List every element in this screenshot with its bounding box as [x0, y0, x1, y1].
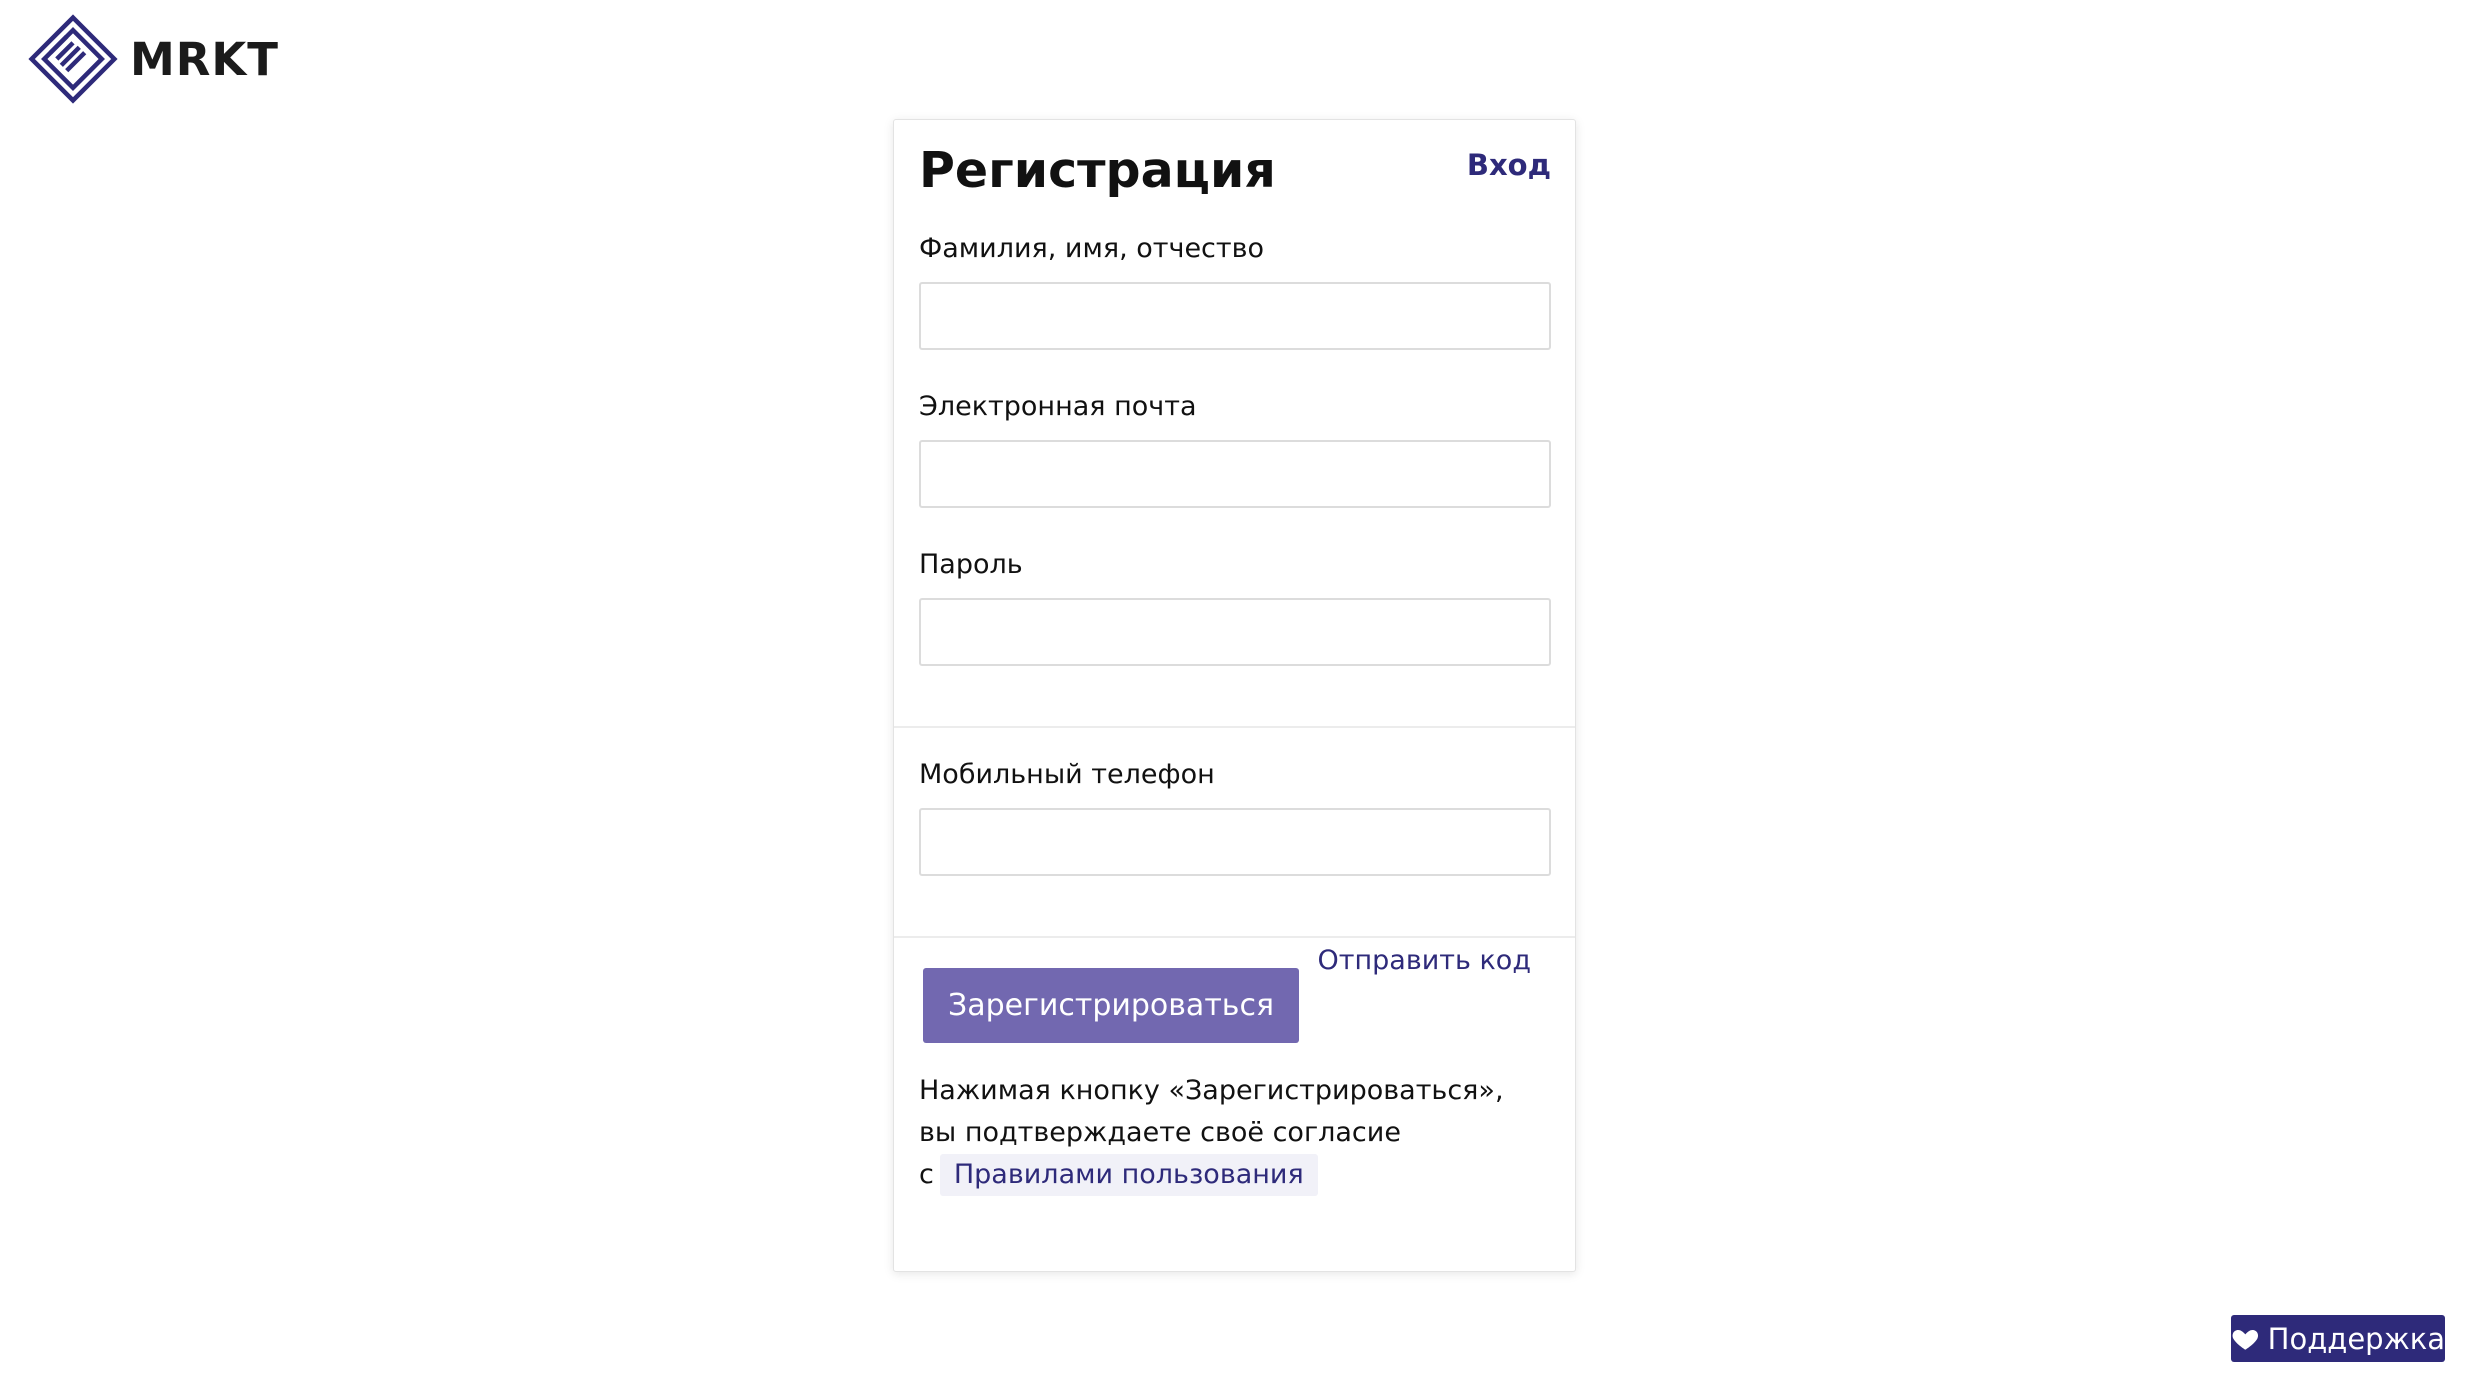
phone-label: Мобильный телефон — [919, 759, 1215, 790]
support-label: Поддержка — [2267, 1321, 2445, 1356]
register-button[interactable]: Зарегистрироваться — [923, 968, 1299, 1043]
consent-text: Нажимая кнопку «Зарегистрироваться», вы … — [919, 1070, 1539, 1196]
login-link[interactable]: Вход — [1467, 148, 1551, 182]
consent-line-3: с Правилами пользования — [919, 1154, 1539, 1196]
section-divider — [894, 936, 1575, 938]
consent-line-1: Нажимая кнопку «Зарегистрироваться», — [919, 1075, 1504, 1106]
email-input[interactable] — [919, 440, 1551, 508]
support-button[interactable]: Поддержка — [2231, 1315, 2445, 1362]
full-name-input[interactable] — [919, 282, 1551, 350]
send-code-button[interactable]: Отправить код — [1318, 945, 1532, 976]
section-divider — [894, 726, 1575, 728]
password-label: Пароль — [919, 549, 1023, 580]
brand-name: MRKT — [130, 32, 279, 86]
heart-icon — [2232, 1329, 2259, 1350]
page-title: Регистрация — [919, 142, 1276, 199]
consent-line-2: вы подтверждаете своё согласие — [919, 1117, 1401, 1148]
full-name-label: Фамилия, имя, отчество — [919, 233, 1265, 264]
brand-logo[interactable]: MRKT — [28, 14, 279, 104]
diamond-stripes-logo-icon — [28, 14, 118, 104]
consent-prefix: с — [919, 1159, 934, 1190]
password-input[interactable] — [919, 598, 1551, 666]
email-label: Электронная почта — [919, 391, 1197, 422]
registration-card: Регистрация Вход Фамилия, имя, отчество … — [893, 119, 1576, 1272]
phone-input[interactable] — [919, 808, 1551, 876]
terms-link[interactable]: Правилами пользования — [939, 1154, 1318, 1196]
